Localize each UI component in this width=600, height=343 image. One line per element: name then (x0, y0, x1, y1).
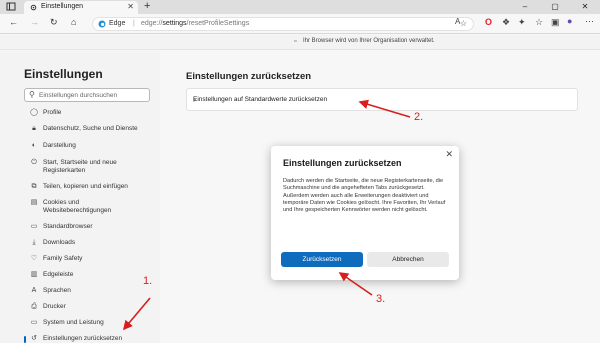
sidebar-item-appearance[interactable]: ◐ Darstellung (26, 142, 156, 150)
read-aloud-icon[interactable]: A (455, 17, 460, 26)
annotation-1: 1. (143, 275, 153, 287)
sidebar-item-privacy[interactable]: 🔒︎ Datenschutz, Suche und Dienste (26, 125, 156, 133)
reset-defaults-card[interactable]: Einstellungen auf Standardwerte zurückse… (186, 88, 578, 111)
profile-avatar-icon[interactable]: ● (567, 16, 572, 26)
maximize-button[interactable]: ▢ (540, 0, 570, 14)
address-bar[interactable]: Edge | edge://settings/resetProfileSetti… (92, 17, 474, 31)
annotation-3: 3. (376, 293, 386, 305)
sidebar-item-downloads[interactable]: ⤓ Downloads (26, 239, 156, 247)
favorite-star-icon[interactable]: ☆ (460, 19, 467, 28)
sidebar-item-edgebar[interactable]: ▥ Edgeleiste (26, 271, 156, 279)
power-icon: ⏻ (31, 159, 37, 166)
cancel-button[interactable]: Abbrechen (367, 252, 449, 267)
window-controls: – ▢ ✕ (510, 0, 600, 14)
minimize-button[interactable]: – (510, 0, 540, 14)
close-tab-icon[interactable]: ✕ (127, 2, 134, 11)
cookie-icon: ▤ (30, 199, 38, 206)
forward-icon[interactable]: → (30, 17, 39, 27)
home-icon[interactable]: ⌂ (71, 17, 76, 27)
tab-strip: Einstellungen ✕ + – ▢ ✕ (0, 0, 600, 14)
settings-search[interactable]: ⚲ (24, 88, 150, 102)
refresh-icon[interactable]: ↻ (50, 17, 58, 28)
annotation-2: 2. (414, 111, 424, 123)
language-icon: A (31, 287, 37, 294)
collections-icon[interactable]: ▣ (551, 17, 560, 28)
navigation-bar: ← → ↻ ⌂ Edge | edge://settings/resetProf… (0, 14, 600, 34)
puzzle-icon[interactable]: ✦ (518, 17, 526, 28)
managed-bar: ▫ Ihr Browser wird von Ihrer Organisatio… (0, 35, 600, 50)
profile-icon: ◯ (30, 109, 38, 116)
sidebar-item-start[interactable]: ⏻ Start, Startseite und neue Registerkart… (26, 159, 146, 175)
opera-extension-icon[interactable]: O (485, 17, 492, 27)
more-menu-icon[interactable]: ⋯ (585, 16, 594, 27)
search-input[interactable] (39, 90, 147, 100)
search-icon: ⚲ (29, 90, 35, 99)
gear-icon (30, 4, 37, 11)
tab-settings[interactable]: Einstellungen ✕ (24, 1, 138, 14)
appearance-icon: ◐ (31, 142, 37, 149)
download-icon: ⤓ (32, 239, 36, 246)
page-title: Einstellungen zurücksetzen (186, 71, 312, 82)
share-icon: ⧉ (31, 183, 37, 190)
tab-actions-icon[interactable] (6, 2, 16, 11)
managed-notice[interactable]: Ihr Browser wird von Ihrer Organisation … (303, 38, 435, 44)
sidebar-icon: ▥ (30, 271, 38, 278)
extension-icon[interactable]: ❖ (502, 17, 510, 28)
family-icon: ♡ (30, 255, 38, 262)
dialog-body: Dadurch werden die Startseite, die neue … (283, 178, 446, 214)
dialog-title: Einstellungen zurücksetzen (283, 158, 402, 168)
back-icon[interactable]: ← (9, 17, 18, 27)
browser-icon: ▭ (30, 223, 38, 230)
sidebar-item-languages[interactable]: A Sprachen (26, 287, 156, 295)
briefcase-icon: ▫ (294, 38, 297, 45)
reset-icon: ↺ (31, 335, 37, 342)
tab-title: Einstellungen (41, 3, 84, 10)
printer-icon: ⎙ (31, 303, 37, 310)
sidebar-item-reset[interactable]: ↺ Einstellungen zurücksetzen (24, 335, 156, 343)
lock-icon: 🔒︎ (32, 125, 36, 132)
sidebar-title: Einstellungen (24, 67, 103, 81)
sidebar-item-system[interactable]: ▭ System und Leistung (26, 319, 156, 327)
reset-dialog: Einstellungen zurücksetzen ✕ Dadurch wer… (271, 146, 459, 280)
address-separator: | (133, 20, 135, 27)
reset-confirm-button[interactable]: Zurücksetzen (281, 252, 363, 267)
new-tab-button[interactable]: + (144, 0, 150, 12)
close-icon[interactable]: ✕ (445, 149, 453, 160)
close-window-button[interactable]: ✕ (570, 0, 600, 14)
site-label: Edge (109, 20, 126, 27)
sidebar-item-default-browser[interactable]: ▭ Standardbrowser (26, 223, 156, 231)
system-icon: ▭ (30, 319, 38, 326)
url-text: edge://settings/resetProfileSettings (141, 20, 250, 27)
chevron-right-icon: › (193, 94, 196, 104)
sidebar-item-cookies[interactable]: ▤ Cookies und Websiteberechtigungen (26, 199, 134, 215)
sidebar-item-share[interactable]: ⧉ Teilen, kopieren und einfügen (26, 183, 156, 191)
sidebar-item-profile[interactable]: ◯ Profile (26, 109, 156, 117)
edge-logo-icon (98, 20, 106, 28)
sidebar-item-family[interactable]: ♡ Family Safety (26, 255, 156, 263)
favorites-icon[interactable]: ☆ (535, 17, 543, 28)
settings-sidebar: Einstellungen ⚲ (0, 51, 160, 343)
sidebar-item-printers[interactable]: ⎙ Drucker (26, 303, 156, 311)
